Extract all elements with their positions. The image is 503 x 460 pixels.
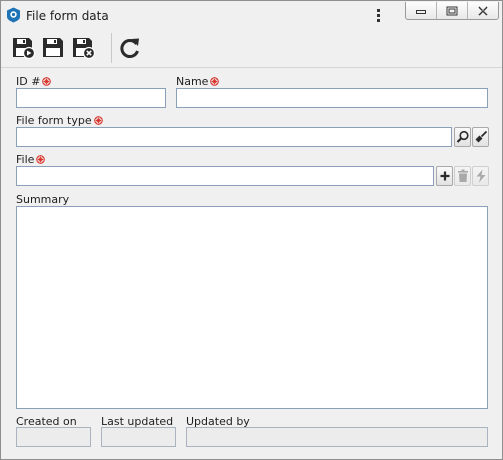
summary-label: Summary <box>16 193 70 206</box>
app-logo-icon <box>6 7 21 23</box>
updated-by-field <box>186 427 488 447</box>
toolbar-separator <box>111 33 112 63</box>
minimize-button[interactable] <box>406 2 437 19</box>
search-type-button[interactable] <box>454 127 471 147</box>
lightning-icon <box>476 169 485 183</box>
file-form-type-field[interactable] <box>16 127 452 147</box>
save-and-close-icon[interactable] <box>72 36 96 60</box>
add-file-button[interactable] <box>436 166 453 186</box>
last-updated-field <box>101 427 176 447</box>
file-form-window: File form data ID # Name File form type … <box>0 0 503 460</box>
save-icon[interactable] <box>42 36 66 60</box>
name-label: Name <box>176 75 220 88</box>
trash-icon <box>457 169 468 182</box>
file-form-type-label: File form type <box>16 114 103 127</box>
close-button[interactable] <box>468 2 498 19</box>
required-icon <box>210 77 220 86</box>
broom-icon <box>475 130 487 143</box>
summary-field[interactable] <box>16 206 488 409</box>
toolbar <box>1 30 502 68</box>
file-label: File <box>16 153 46 166</box>
required-icon <box>93 116 103 125</box>
required-icon <box>36 155 46 164</box>
window-controls <box>405 2 499 20</box>
search-icon <box>456 130 469 143</box>
required-icon <box>42 77 52 86</box>
refresh-icon[interactable] <box>118 36 142 60</box>
clear-type-button[interactable] <box>472 127 489 147</box>
id-label: ID # <box>16 75 52 88</box>
delete-file-button[interactable] <box>454 166 471 186</box>
maximize-button[interactable] <box>437 2 468 19</box>
name-field[interactable] <box>176 88 488 108</box>
plus-icon <box>440 171 449 181</box>
created-on-field <box>16 427 91 447</box>
process-file-button[interactable] <box>472 166 489 186</box>
save-and-new-icon[interactable] <box>12 36 36 60</box>
more-options-icon[interactable] <box>371 7 385 25</box>
title-bar[interactable]: File form data <box>1 1 502 30</box>
file-field[interactable] <box>16 166 434 186</box>
window-title: File form data <box>26 9 109 23</box>
id-field[interactable] <box>16 88 166 108</box>
